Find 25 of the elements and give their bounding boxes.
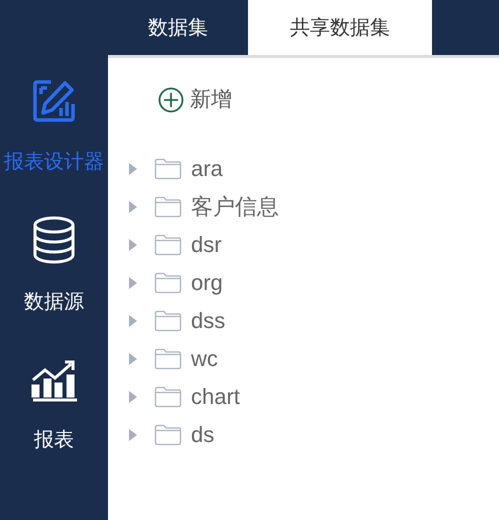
sidebar-item[interactable]: 数据源 [24,290,84,314]
folder-icon [154,196,182,218]
tree-item[interactable]: org [128,264,499,302]
folder-icon [154,348,182,370]
tree-item[interactable]: ds [128,416,499,454]
tree-item[interactable]: chart [128,378,499,416]
tree-item[interactable]: ara [128,150,499,188]
sidebar-item[interactable]: 报表 [34,428,74,452]
tab[interactable]: 共享数据集 [248,0,432,55]
folder-icon [154,424,182,446]
sidebar-item[interactable]: 报表设计器 [4,150,104,174]
add-button[interactable]: 新增 [158,84,232,116]
tab[interactable]: 数据集 [108,0,248,55]
edit-icon [31,78,77,124]
tree-item[interactable]: 客户信息 [128,188,499,226]
folder-icon [154,386,182,408]
tree-item[interactable]: dsr [128,226,499,264]
folder-icon [154,272,182,294]
folder-icon [154,158,182,180]
plus-circle-icon [158,86,184,113]
tree-item[interactable]: wc [128,340,499,378]
folder-icon [154,234,182,256]
database-icon [31,216,77,264]
tree-item[interactable]: dss [128,302,499,340]
folder-icon [154,310,182,332]
